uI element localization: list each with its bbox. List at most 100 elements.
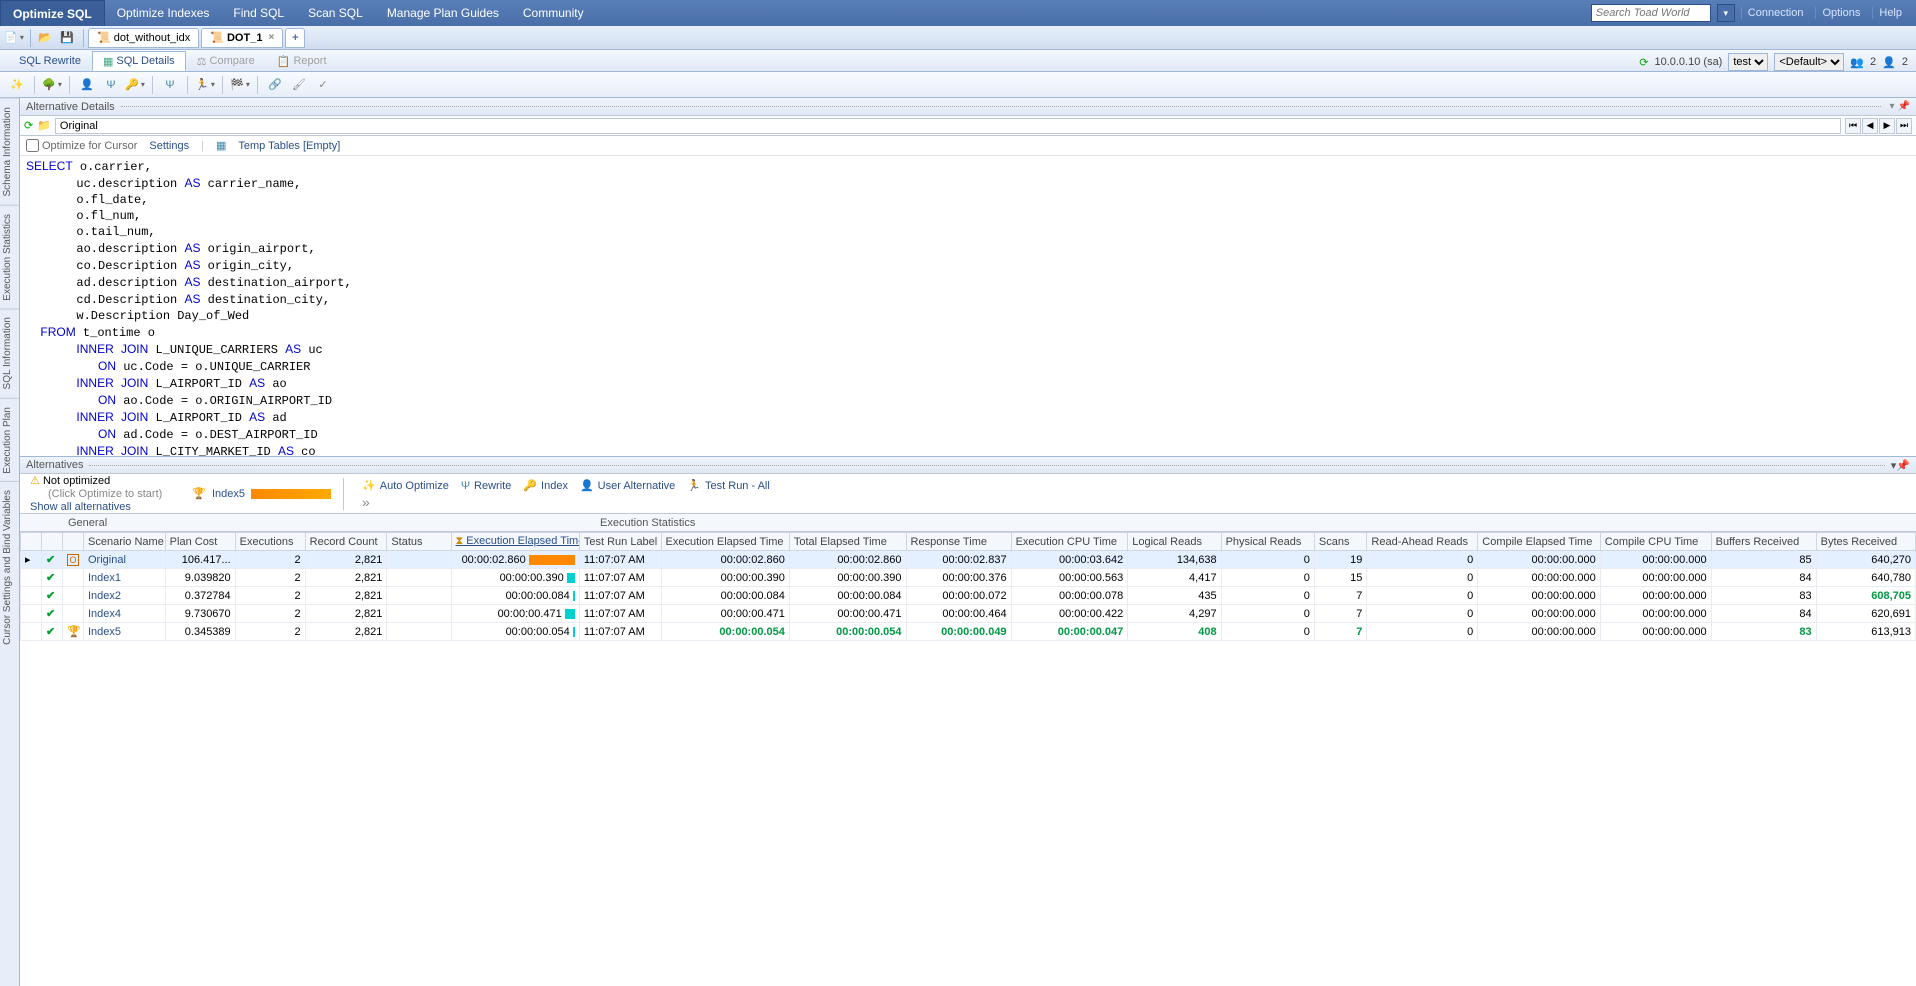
cell: 11:07:07 AM (579, 587, 661, 605)
column-header[interactable]: Buffers Received (1711, 533, 1816, 551)
connection-label: 10.0.0.10 (sa) (1654, 56, 1722, 68)
new-session-button[interactable]: 📄 (4, 28, 24, 48)
collapse-icon[interactable]: ▾ (1890, 101, 1895, 112)
cell: 0 (1221, 605, 1314, 623)
index-button[interactable]: 🔑Index (517, 477, 574, 494)
temp-tables-link[interactable]: Temp Tables [Empty] (238, 140, 340, 152)
table-row[interactable]: ✔Index19.03982022,82100:00:00.390 11:07:… (21, 569, 1916, 587)
column-header[interactable]: Bytes Received (1816, 533, 1915, 551)
subtab-sql-details[interactable]: ▦ SQL Details (92, 51, 186, 71)
pin-icon[interactable]: 📌 (1896, 459, 1910, 472)
folder-icon[interactable]: 📁 (37, 119, 51, 132)
cell: ✔ (42, 551, 63, 569)
rewrite-icon[interactable]: Ψ (100, 74, 122, 96)
column-header[interactable]: Execution Elapsed Time (661, 533, 789, 551)
vtab-execution-statistics[interactable]: Execution Statistics (0, 205, 19, 309)
refresh-icon[interactable]: ⟳ (1639, 56, 1648, 69)
key-icon[interactable]: 🔑 (124, 74, 146, 96)
brush-icon[interactable]: 🖌 (288, 74, 310, 96)
table-row[interactable]: ▸✔OOriginal106.417...22,82100:00:02.860 … (21, 551, 1916, 569)
link-connection[interactable]: Connection (1741, 7, 1810, 19)
settings-link[interactable]: Settings (149, 140, 189, 152)
menu-find-sql[interactable]: Find SQL (221, 0, 296, 26)
flag-icon[interactable]: 🏁 (229, 74, 251, 96)
column-header[interactable]: Record Count (305, 533, 387, 551)
file-tab-dot-1[interactable]: 📜 DOT_1 × (201, 28, 283, 48)
column-header[interactable]: Test Run Label (579, 533, 661, 551)
column-header[interactable]: Status (387, 533, 451, 551)
schema-select[interactable]: <Default> (1774, 53, 1844, 71)
column-header[interactable]: Compile Elapsed Time (1478, 533, 1601, 551)
table-row[interactable]: ✔Index49.73067022,82100:00:00.471 11:07:… (21, 605, 1916, 623)
link-help[interactable]: Help (1872, 7, 1908, 19)
test-run-all-button[interactable]: 🏃Test Run - All (681, 477, 776, 494)
table-row[interactable]: ✔Index20.37278422,82100:00:00.084 11:07:… (21, 587, 1916, 605)
results-grid[interactable]: Scenario NamePlan CostExecutionsRecord C… (20, 532, 1916, 986)
add-tab-button[interactable]: + (285, 28, 305, 48)
column-header[interactable]: Execution CPU Time (1011, 533, 1128, 551)
column-header[interactable] (63, 533, 84, 551)
file-tab-dot-without-idx[interactable]: 📜 dot_without_idx (88, 28, 199, 48)
menu-manage-plan-guides[interactable]: Manage Plan Guides (375, 0, 511, 26)
vtab-schema-information[interactable]: Schema Information (0, 98, 19, 205)
optimize-cursor-checkbox[interactable]: Optimize for Cursor (26, 139, 137, 152)
column-header[interactable]: Read-Ahead Reads (1367, 533, 1478, 551)
search-button[interactable]: ▾ (1717, 4, 1735, 22)
column-header[interactable]: Response Time (906, 533, 1011, 551)
column-header[interactable]: Scenario Name (84, 533, 166, 551)
separator (257, 76, 258, 94)
menu-community[interactable]: Community (511, 0, 596, 26)
cell: 00:00:00.000 (1478, 569, 1601, 587)
subtab-report: 📋 Report (266, 51, 338, 71)
vtab-sql-information[interactable]: SQL Information (0, 308, 19, 397)
sql-editor[interactable]: SELECT o.carrier, uc.description AS carr… (20, 156, 1916, 456)
show-all-alternatives-link[interactable]: Show all alternatives (30, 501, 162, 513)
close-tab-icon[interactable]: × (268, 32, 274, 43)
link-icon[interactable]: 🔗 (264, 74, 286, 96)
table-row[interactable]: ✔🏆Index50.34538922,82100:00:00.054 11:07… (21, 623, 1916, 641)
column-header[interactable]: Physical Reads (1221, 533, 1314, 551)
users-icon[interactable]: 👥 (1850, 56, 1864, 69)
current-alternative-name[interactable] (55, 118, 1841, 134)
subtab-sql-rewrite[interactable]: SQL Rewrite (8, 51, 92, 71)
auto-optimize-button[interactable]: ✨Auto Optimize (356, 477, 455, 494)
menu-optimize-indexes[interactable]: Optimize Indexes (105, 0, 222, 26)
cell: O (63, 551, 84, 569)
tree-icon[interactable]: 🌳 (41, 74, 63, 96)
link-options[interactable]: Options (1815, 7, 1866, 19)
nav-next-icon[interactable]: ▶ (1879, 118, 1895, 134)
column-header[interactable]: Scans (1314, 533, 1367, 551)
runner-icon[interactable]: 🏃 (194, 74, 216, 96)
fork-icon[interactable]: Ψ (159, 74, 181, 96)
nav-first-icon[interactable]: ⏮ (1845, 118, 1861, 134)
check-icon[interactable]: ✓ (312, 74, 334, 96)
nav-prev-icon[interactable]: ◀ (1862, 118, 1878, 134)
search-input[interactable] (1591, 4, 1711, 22)
rewrite-button[interactable]: ΨRewrite (455, 477, 518, 494)
cell: 11:07:07 AM (579, 569, 661, 587)
menu-optimize-sql[interactable]: Optimize SQL (0, 0, 105, 26)
column-header[interactable] (42, 533, 63, 551)
user-icon[interactable]: 👤 (1882, 56, 1896, 69)
separator (34, 76, 35, 94)
pin-icon[interactable]: 📌 (1898, 101, 1910, 112)
column-header[interactable]: Plan Cost (165, 533, 235, 551)
open-button[interactable]: 📂 (35, 28, 55, 48)
person-icon[interactable]: 👤 (76, 74, 98, 96)
vtab-cursor-settings[interactable]: Cursor Settings and Bind Variables (0, 481, 19, 653)
nav-last-icon[interactable]: ⏭ (1896, 118, 1912, 134)
column-header[interactable]: Logical Reads (1128, 533, 1221, 551)
user-alternative-button[interactable]: 👤User Alternative (574, 477, 681, 494)
refresh-icon[interactable]: ⟳ (24, 119, 33, 132)
cell: ✔ (42, 605, 63, 623)
cell: 2 (235, 605, 305, 623)
wand-icon[interactable]: ✨ (6, 74, 28, 96)
vtab-execution-plan[interactable]: Execution Plan (0, 398, 19, 482)
column-header[interactable]: Compile CPU Time (1600, 533, 1711, 551)
column-header[interactable]: ⧗ Execution Elapsed Time (451, 533, 579, 551)
column-header[interactable]: Executions (235, 533, 305, 551)
column-header[interactable]: Total Elapsed Time (789, 533, 906, 551)
database-select[interactable]: test (1728, 53, 1768, 71)
menu-scan-sql[interactable]: Scan SQL (296, 0, 375, 26)
save-button[interactable]: 💾 (57, 28, 77, 48)
